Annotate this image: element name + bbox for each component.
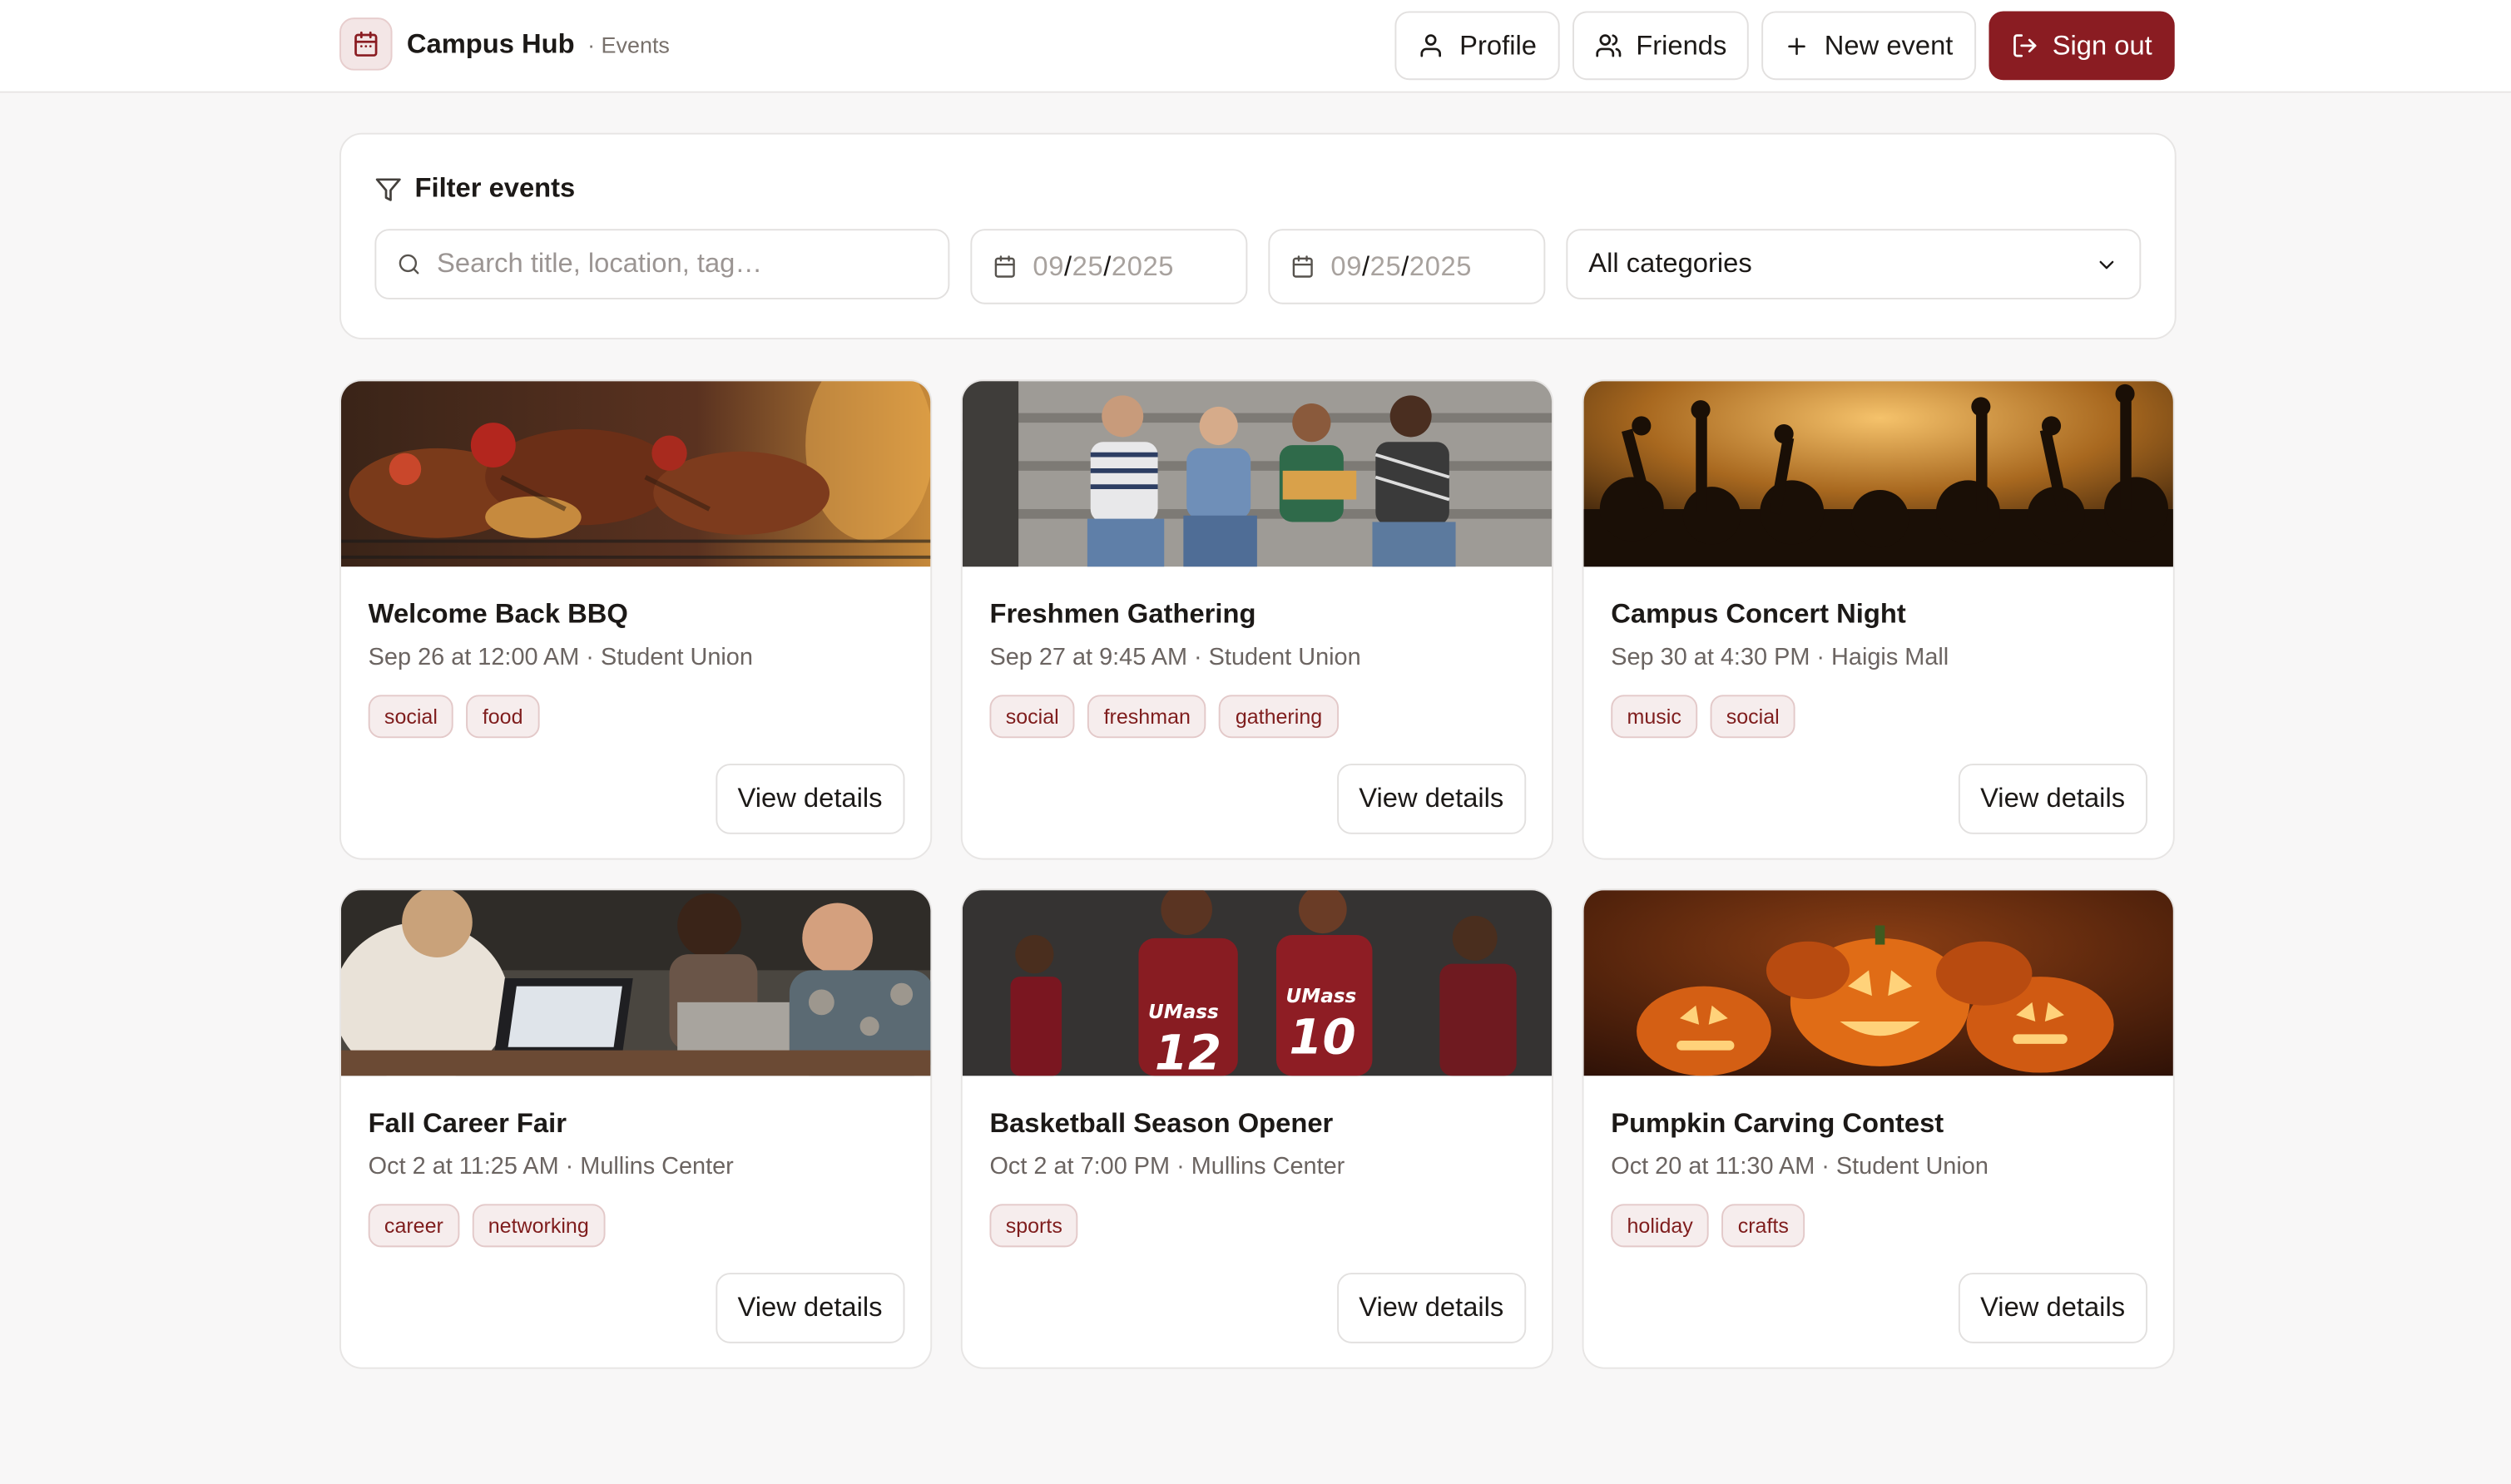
- friends-button[interactable]: Friends: [1572, 11, 1750, 81]
- event-title: Campus Concert Night: [1611, 598, 1906, 630]
- event-meta: Oct 2 at 7:00 PM · Mullins Center: [989, 1152, 1345, 1180]
- new-event-label: New event: [1824, 29, 1954, 61]
- category-select[interactable]: All categories: [1566, 229, 2142, 299]
- friends-label: Friends: [1636, 29, 1727, 61]
- category-selected: All categories: [1588, 248, 1752, 279]
- calendar-icon: [1292, 255, 1313, 278]
- event-tag: crafts: [1721, 1204, 1805, 1248]
- event-tag: career: [368, 1204, 460, 1248]
- users-icon: [1595, 34, 1621, 57]
- start-date-value[interactable]: 09/25/2025: [1033, 250, 1174, 282]
- event-tag: sports: [989, 1204, 1079, 1248]
- event-tag: freshman: [1087, 695, 1207, 739]
- event-image-concert: [1583, 381, 2173, 567]
- event-image-career: [340, 890, 931, 1076]
- brand-title: Campus Hub: [406, 27, 575, 59]
- event-tag: gathering: [1219, 695, 1339, 739]
- jersey-text: UMass: [1286, 986, 1357, 1007]
- event-tags: music social: [1611, 695, 1795, 739]
- event-card[interactable]: Welcome Back BBQ Sep 26 at 12:00 AM · St…: [339, 379, 933, 860]
- view-details-button[interactable]: View details: [1336, 1273, 1527, 1343]
- search-input[interactable]: [437, 248, 928, 280]
- event-tag: holiday: [1611, 1204, 1710, 1248]
- sign-out-button[interactable]: Sign out: [1988, 11, 2175, 81]
- end-date-field[interactable]: 09/25/2025: [1268, 229, 1546, 304]
- event-card[interactable]: Campus Concert Night Sep 30 at 4:30 PM ·…: [1582, 379, 2175, 860]
- filter-title: Filter events: [414, 172, 576, 204]
- top-nav: Profile Friends New event Sign out: [1395, 11, 2175, 81]
- filter-header: Filter events: [374, 173, 575, 205]
- event-tag: social: [1710, 695, 1795, 739]
- event-image-basketball: UMass 12 UMass 10: [962, 890, 1553, 1076]
- profile-label: Profile: [1459, 29, 1537, 61]
- event-tag: networking: [472, 1204, 606, 1248]
- event-title: Fall Career Fair: [368, 1107, 567, 1139]
- new-event-button[interactable]: New event: [1761, 11, 1976, 81]
- sign-out-label: Sign out: [2052, 29, 2152, 61]
- event-tag: food: [466, 695, 539, 739]
- calendar-icon: [339, 17, 393, 71]
- event-card[interactable]: Fall Career Fair Oct 2 at 11:25 AM · Mul…: [339, 888, 933, 1369]
- event-tags: social freshman gathering: [989, 695, 1339, 739]
- event-tags: holiday crafts: [1611, 1204, 1805, 1248]
- event-card[interactable]: Pumpkin Carving Contest Oct 20 at 11:30 …: [1582, 888, 2175, 1369]
- view-details-button[interactable]: View details: [1958, 764, 2148, 834]
- view-details-button[interactable]: View details: [715, 1273, 905, 1343]
- event-image-pumpkin: [1583, 890, 2173, 1076]
- user-icon: [1421, 34, 1442, 57]
- event-title: Pumpkin Carving Contest: [1611, 1107, 1944, 1139]
- event-tag: social: [989, 695, 1075, 739]
- view-details-button[interactable]: View details: [1958, 1273, 2148, 1343]
- event-card[interactable]: Freshmen Gathering Sep 27 at 9:45 AM · S…: [960, 379, 1553, 860]
- search-icon: [399, 254, 419, 275]
- event-image-bbq: [340, 381, 931, 567]
- view-details-button[interactable]: View details: [1336, 764, 1527, 834]
- jersey-number: 10: [1289, 1008, 1355, 1065]
- event-image-freshmen: [962, 381, 1553, 567]
- event-meta: Oct 20 at 11:30 AM · Student Union: [1611, 1152, 1988, 1180]
- chevron-down-icon: [2099, 260, 2114, 269]
- profile-button[interactable]: Profile: [1395, 11, 1559, 81]
- jersey-number: 12: [1155, 1025, 1221, 1076]
- event-meta: Oct 2 at 11:25 AM · Mullins Center: [368, 1152, 734, 1180]
- event-card[interactable]: UMass 12 UMass 10 Basketball Season Open…: [960, 888, 1553, 1369]
- plus-icon: [1788, 37, 1806, 55]
- jersey-text: UMass: [1148, 1002, 1219, 1023]
- view-details-button[interactable]: View details: [715, 764, 905, 834]
- event-tags: sports: [989, 1204, 1079, 1248]
- filter-panel: Filter events 09/25/2025 09/25/2025 All …: [339, 132, 2177, 340]
- search-field[interactable]: [374, 229, 950, 299]
- event-tag: music: [1611, 695, 1698, 739]
- end-date-value[interactable]: 09/25/2025: [1330, 250, 1472, 282]
- event-meta: Sep 30 at 4:30 PM · Haigis Mall: [1611, 643, 1949, 671]
- event-tags: career networking: [368, 1204, 606, 1248]
- brand[interactable]: Campus Hub · Events: [339, 17, 670, 71]
- event-title: Welcome Back BBQ: [368, 598, 628, 630]
- calendar-icon: [994, 255, 1015, 278]
- log-out-icon: [2013, 34, 2036, 57]
- top-bar: Campus Hub · Events Profile Friends New …: [0, 0, 2511, 93]
- event-title: Basketball Season Opener: [989, 1107, 1334, 1139]
- event-tags: social food: [368, 695, 539, 739]
- filter-icon: [375, 177, 401, 200]
- event-meta: Sep 27 at 9:45 AM · Student Union: [989, 643, 1361, 671]
- event-title: Freshmen Gathering: [989, 598, 1256, 630]
- event-tag: social: [368, 695, 454, 739]
- brand-subtitle: · Events: [587, 31, 670, 57]
- event-meta: Sep 26 at 12:00 AM · Student Union: [368, 643, 753, 671]
- start-date-field[interactable]: 09/25/2025: [970, 229, 1248, 304]
